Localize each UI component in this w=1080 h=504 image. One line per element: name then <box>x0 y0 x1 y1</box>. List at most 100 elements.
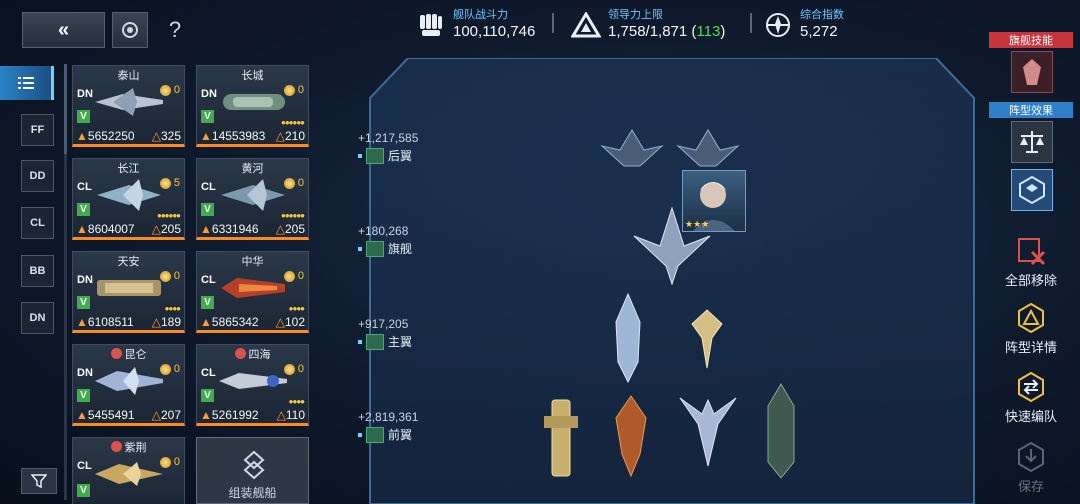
ship-card[interactable]: 中华 CL V 0 ●●●● ▲5865342 △102 <box>196 251 309 333</box>
ship-icon <box>221 278 285 298</box>
command-stat: 领导力上限 1,758/1,871 (113) <box>570 6 725 44</box>
star-pips: ●●●●●● <box>281 118 305 127</box>
bullet-icon <box>358 339 362 344</box>
flagship-row: +180,268 旗舰 <box>358 224 468 257</box>
ship-power: ▲8604007 <box>76 222 135 236</box>
front-wing-power: +2,819,361 <box>358 410 419 424</box>
save-button[interactable]: 保存 <box>996 440 1066 495</box>
save-label: 保存 <box>1017 479 1044 494</box>
faction-seal-icon <box>234 348 246 359</box>
ship-name: 泰山 <box>117 70 140 82</box>
formation-ship-slot[interactable] <box>678 394 738 468</box>
ship-card[interactable]: 天安 DN V 0 ●●●● ▲6108511 △189 <box>72 251 185 333</box>
assemble-ship-button[interactable]: 组装舰船 <box>196 437 309 504</box>
captain-stars: ★★★ <box>685 219 710 229</box>
category-dn-button[interactable]: DN <box>21 302 54 334</box>
flagship-skill-button[interactable] <box>1011 51 1053 93</box>
formation-ship-slot[interactable] <box>600 126 664 172</box>
ship-class-badge: DN <box>201 88 217 100</box>
assemble-icon <box>243 450 265 480</box>
formation-effect-button[interactable] <box>1011 169 1053 211</box>
skill-emblem-icon <box>1023 59 1041 85</box>
formation-detail-button[interactable]: 阵型详情 <box>996 301 1066 356</box>
formation-ship-slot[interactable] <box>540 396 582 480</box>
filter-icon <box>31 474 47 488</box>
ship-list-scroll-thumb[interactable] <box>64 64 67 154</box>
command-label: 领导力上限 <box>608 9 663 21</box>
hexagon-icon <box>1019 175 1045 205</box>
category-ff-button[interactable]: FF <box>21 114 54 146</box>
star-pips: ●●●●●● <box>157 211 181 220</box>
rear-wing-power: +1,217,585 <box>358 131 419 145</box>
version-badge: V <box>77 484 90 497</box>
category-dd-button[interactable]: DD <box>21 160 54 192</box>
ship-card[interactable]: 昆仑 DN V 0 ▲5455491 △207 <box>72 344 185 426</box>
version-badge: V <box>201 296 214 309</box>
category-all-button[interactable] <box>0 66 54 100</box>
ship-card[interactable]: 紫荆 CL V 0 <box>72 437 185 504</box>
ship-icon <box>221 179 285 211</box>
balance-scale-icon <box>1020 131 1044 153</box>
help-button[interactable]: ? <box>160 14 190 46</box>
ship-icon <box>223 94 285 110</box>
flagship-power: +180,268 <box>358 224 409 238</box>
formation-ship-slot[interactable] <box>612 292 644 384</box>
ship-power: ▲5865342 <box>200 315 259 329</box>
flagship-skill-tag: 旗舰技能 <box>989 32 1073 48</box>
ship-power: ▲6108511 <box>76 315 134 329</box>
ship-class-badge: CL <box>201 181 216 193</box>
ship-icon <box>219 373 287 389</box>
fleet-power-value: 100,110,746 <box>453 23 536 40</box>
bullet-icon <box>358 432 362 437</box>
bullet-icon <box>358 153 362 158</box>
command-triangle-icon <box>570 9 602 41</box>
flagship-captain-portrait[interactable]: ★★★ <box>682 170 746 232</box>
formation-ship-slot[interactable] <box>764 382 798 480</box>
faction-seal-icon <box>110 441 122 452</box>
formation-effect-tag: 阵型效果 <box>989 102 1073 118</box>
flagship-icon <box>366 240 384 257</box>
formation-ship-slot[interactable] <box>690 308 724 370</box>
quick-edit-button[interactable]: 快速编队 <box>996 370 1066 425</box>
list-icon <box>17 77 34 89</box>
star-pips: ●●●● <box>288 397 305 406</box>
assemble-ship-label: 组装舰船 <box>228 486 277 500</box>
ship-card[interactable]: 泰山 DN V 0 ▲5652250 △325 <box>72 65 185 147</box>
sort-filter-button[interactable] <box>21 468 57 494</box>
category-bb-button[interactable]: BB <box>21 255 54 287</box>
bullet-icon <box>358 246 362 251</box>
ship-icon <box>97 179 161 211</box>
ship-class-badge: DN <box>77 88 93 100</box>
ship-class-badge: CL <box>77 460 92 472</box>
back-button[interactable]: « <box>22 12 105 48</box>
main-wing-power: +917,205 <box>358 317 409 331</box>
ship-power: ▲14553983 <box>200 129 266 143</box>
ship-name: 四海 <box>197 346 308 362</box>
ship-command-cost: △207 <box>151 408 181 422</box>
ship-icon <box>95 88 163 116</box>
category-cl-button[interactable]: CL <box>21 207 54 239</box>
remove-all-button[interactable]: 全部移除 <box>996 234 1066 289</box>
refresh-button[interactable] <box>112 12 148 48</box>
ship-card[interactable]: 黄河 CL V 0 ●●●●●● ▲6331946 △205 <box>196 158 309 240</box>
ship-power: ▲6331946 <box>200 222 259 236</box>
formation-balance-button[interactable] <box>1011 121 1053 163</box>
divider <box>750 13 752 33</box>
ship-icon <box>97 280 161 296</box>
ship-card[interactable]: 四海 CL V 0 ●●●● ▲5261992 △110 <box>196 344 309 426</box>
refresh-icon <box>122 22 138 38</box>
ship-power: ▲5261992 <box>200 408 259 422</box>
ship-class-badge: DN <box>77 367 93 379</box>
fleet-power-label: 舰队战斗力 <box>453 9 508 21</box>
ship-command-cost: △210 <box>275 129 305 143</box>
formation-ship-slot[interactable] <box>676 126 740 172</box>
ship-card[interactable]: 长江 CL V 5 ●●●●●● ▲8604007 △205 <box>72 158 185 240</box>
formation-detail-icon <box>1018 302 1044 334</box>
ship-card[interactable]: 长城 DN V 0 ●●●●●● ▲14553983 △210 <box>196 65 309 147</box>
formation-ship-slot[interactable] <box>612 394 650 478</box>
ship-command-cost: △325 <box>151 129 181 143</box>
star-pips: ●●●● <box>164 304 181 313</box>
ship-command-cost: △102 <box>275 315 305 329</box>
rear-wing-icon <box>366 147 384 164</box>
top-bar: « ? 舰队战斗力 100,110,746 领导力上限 1,758/1,871 … <box>0 0 1080 50</box>
